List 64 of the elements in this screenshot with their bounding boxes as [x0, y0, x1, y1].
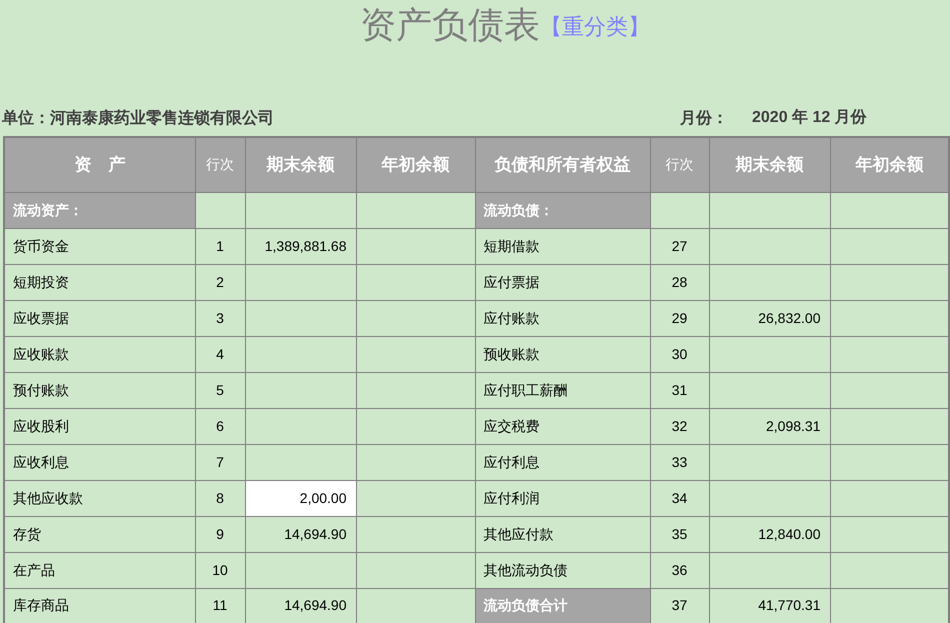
table-cell: 应交税费 — [475, 408, 650, 444]
table-cell: 35 — [650, 516, 709, 552]
table-cell: 32 — [650, 408, 709, 444]
table-cell: 应付利息 — [475, 444, 650, 480]
table-cell: 应收利息 — [4, 444, 195, 480]
table-cell: 在产品 — [4, 552, 195, 588]
table-cell: 9 — [195, 516, 245, 552]
table-cell: 应付职工薪酬 — [475, 372, 650, 408]
table-cell: 应付利润 — [475, 480, 650, 516]
table-cell: 10 — [195, 552, 245, 588]
table-cell: 26,832.00 — [709, 300, 830, 336]
table-cell: 1,389,881.68 — [245, 228, 356, 264]
column-header: 期末余额 — [245, 137, 356, 192]
table-cell: 8 — [195, 480, 245, 516]
month-label: 月份： — [680, 107, 729, 129]
table-cell: 2,00.00 — [245, 480, 356, 516]
table-cell: 33 — [650, 444, 709, 480]
table-cell: 2 — [195, 264, 245, 300]
table-cell: 应付票据 — [475, 264, 650, 300]
table-cell: 28 — [650, 264, 709, 300]
table-cell: 存货 — [4, 516, 195, 552]
column-header: 负债和所有者权益 — [475, 137, 650, 192]
table-cell: 7 — [195, 444, 245, 480]
table-cell: 流动负债： — [475, 192, 650, 228]
table-cell — [195, 192, 245, 228]
column-header: 行次 — [195, 137, 245, 192]
table-cell: 31 — [650, 372, 709, 408]
table-cell: 其他流动负债 — [475, 552, 650, 588]
table-cell: 4 — [195, 336, 245, 372]
table-cell: 14,694.90 — [245, 516, 356, 552]
table-cell: 预付账款 — [4, 372, 195, 408]
table-cell: 5 — [195, 372, 245, 408]
column-header: 行次 — [650, 137, 709, 192]
month-value: 2020 年 12 月份 — [752, 108, 867, 128]
table-cell: 应收账款 — [4, 336, 195, 372]
table-cell: 其他应收款 — [4, 480, 195, 516]
sheet-subtitle: 【重分类】 — [540, 14, 650, 42]
column-header: 年初余额 — [356, 137, 475, 192]
table-cell: 货币资金 — [4, 228, 195, 264]
table-cell: 其他应付款 — [475, 516, 650, 552]
table-cell: 应付账款 — [475, 300, 650, 336]
table-cell: 应收股利 — [4, 408, 195, 444]
table-cell: 短期借款 — [475, 228, 650, 264]
table-cell — [650, 192, 709, 228]
table-cell: 3 — [195, 300, 245, 336]
table-cell: 流动资产： — [4, 192, 195, 228]
table-cell: 应收票据 — [4, 300, 195, 336]
column-header: 年初余额 — [830, 137, 949, 192]
table-cell: 29 — [650, 300, 709, 336]
table-cell: 短期投资 — [4, 264, 195, 300]
company-label: 单位：河南泰康药业零售连锁有限公司 — [1, 107, 275, 129]
table-cell: 36 — [650, 552, 709, 588]
table-cell: 6 — [195, 408, 245, 444]
table-cell: 27 — [650, 228, 709, 264]
column-header: 期末余额 — [709, 137, 830, 192]
table-cell: 30 — [650, 336, 709, 372]
table-cell: 2,098.31 — [709, 408, 830, 444]
table-cell: 12,840.00 — [709, 516, 830, 552]
table-cell: 34 — [650, 480, 709, 516]
table-cell: 预收账款 — [475, 336, 650, 372]
table-cell: 流动负债合计 — [475, 588, 650, 623]
column-header: 资 产 — [4, 137, 195, 192]
sheet-title: 资产负债表 — [360, 4, 540, 48]
table-cell: 1 — [195, 228, 245, 264]
